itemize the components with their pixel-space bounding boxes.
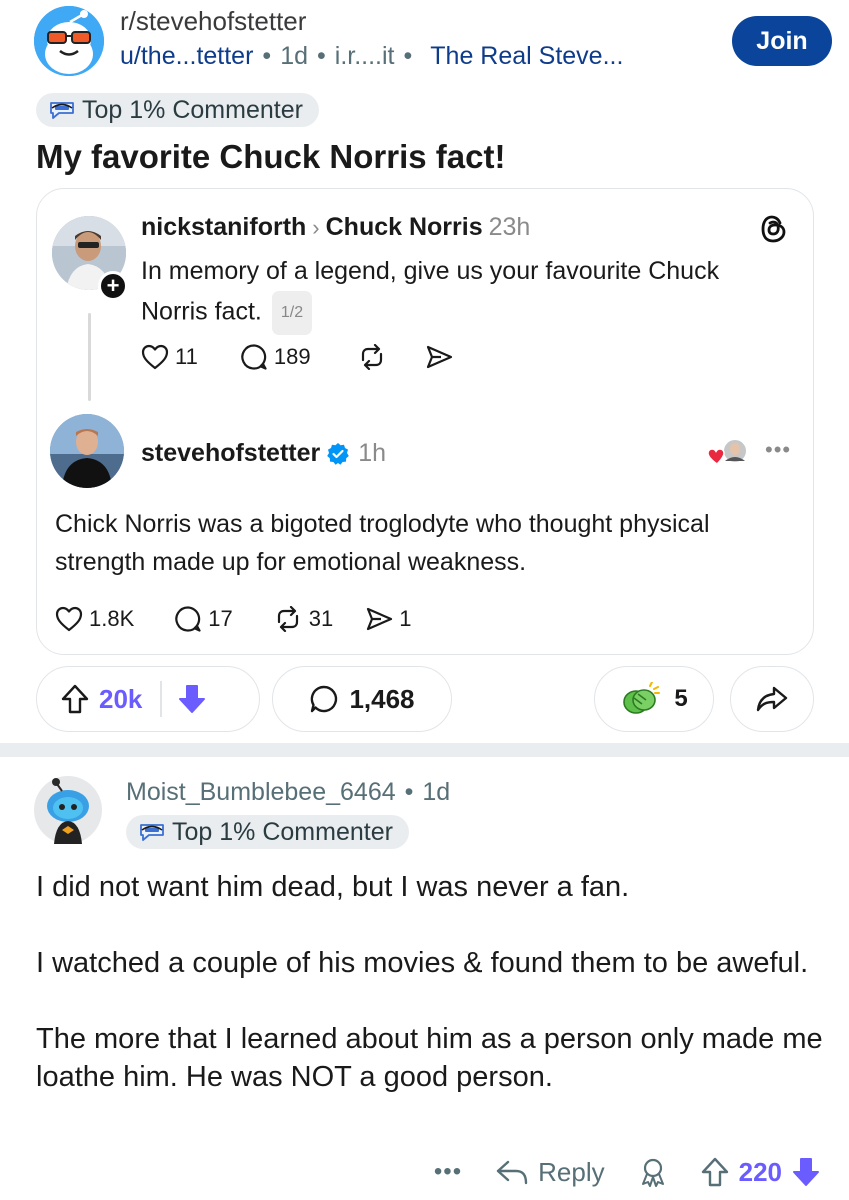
upvote-arrow-icon[interactable] <box>61 684 89 714</box>
heart-icon <box>141 344 169 370</box>
repost-icon <box>277 606 298 632</box>
section-divider <box>0 743 849 757</box>
threads-reply-to[interactable]: Chuck Norris <box>326 213 483 241</box>
repost-button[interactable] <box>357 344 387 370</box>
vote-control: 20k <box>36 666 260 732</box>
comment-age: 1d <box>422 778 451 806</box>
reply-username[interactable]: stevehofstetter <box>141 439 320 468</box>
badge-label: Top 1% Commenter <box>82 95 303 124</box>
comment-paragraph: The more that I learned about him as a p… <box>36 1023 823 1093</box>
user-photo-icon <box>50 414 124 488</box>
reply-label: Reply <box>538 1156 605 1187</box>
downvote-arrow-icon[interactable] <box>792 1157 820 1187</box>
repost-button[interactable]: 31 <box>273 606 333 632</box>
clapping-hands-award-icon <box>623 682 661 714</box>
follow-plus-icon[interactable]: + <box>98 271 128 301</box>
snoo-avatar-icon <box>34 776 102 844</box>
subreddit-avatar[interactable] <box>34 6 104 76</box>
reply-count: 189 <box>273 344 311 369</box>
send-button[interactable] <box>425 344 453 370</box>
threads-post-text: In memory of a legend, give us your favo… <box>141 251 791 335</box>
comment-username[interactable]: Moist_Bumblebee_6464 <box>126 778 396 806</box>
awards-button[interactable]: 5 <box>594 666 714 732</box>
post-age: 1d <box>280 42 308 70</box>
avatar[interactable] <box>34 776 102 844</box>
like-count: 1.8K <box>89 606 135 631</box>
comments-button[interactable]: 1,468 <box>272 666 452 732</box>
post-score: 20k <box>99 683 143 714</box>
reply-text: Chick Norris was a bigoted troglodyte wh… <box>55 510 710 576</box>
commenter-badge-icon <box>140 824 164 841</box>
reply-count-button[interactable]: 17 <box>174 605 233 633</box>
reply-button[interactable]: Reply <box>496 1156 605 1188</box>
comment-count: 1,468 <box>349 683 415 714</box>
repost-count: 31 <box>308 606 334 631</box>
comment-paragraph: I did not want him dead, but I was never… <box>36 871 630 903</box>
threads-actions: 11 189 <box>141 343 453 371</box>
liked-by-avatars[interactable] <box>705 437 749 474</box>
threads-post-age: 23h <box>488 213 531 241</box>
upvote-arrow-icon[interactable] <box>701 1157 729 1187</box>
like-button[interactable]: 1.8K <box>55 606 134 632</box>
downvote-arrow-icon[interactable] <box>178 684 206 714</box>
threads-post-header: nickstaniforth › Chuck Norris 23h <box>141 213 530 242</box>
threads-embed-card[interactable]: + nickstaniforth › Chuck Norris 23h In memo… <box>36 188 814 655</box>
award-ribbon-icon[interactable] <box>639 1157 667 1187</box>
award-count: 5 <box>674 685 688 712</box>
separator-dot: • <box>317 42 326 70</box>
reply-age: 1h <box>358 439 387 467</box>
top-commenter-badge[interactable]: Top 1% Commenter <box>36 93 319 127</box>
chevron-right-icon: › <box>312 215 320 240</box>
separator-dot: • <box>262 42 272 70</box>
comment-paragraph: I watched a couple of his movies & found… <box>36 947 809 979</box>
comment-bubble-icon <box>311 685 338 713</box>
more-options-icon[interactable]: ••• <box>765 437 791 463</box>
send-icon <box>426 345 452 369</box>
reply-header: stevehofstetter 1h <box>141 439 386 468</box>
more-options-icon[interactable]: ••• <box>434 1158 462 1186</box>
user-flair[interactable]: The Real Steve... <box>430 42 623 70</box>
comment-bubble-icon <box>175 606 201 632</box>
snoo-sunglasses-icon <box>34 6 104 76</box>
join-button[interactable]: Join <box>732 16 832 66</box>
share-count: 1 <box>399 606 412 631</box>
repost-icon <box>361 344 382 370</box>
separator-dot: • <box>403 42 413 70</box>
send-button[interactable]: 1 <box>365 606 411 632</box>
reply-count-button[interactable]: 189 <box>240 343 311 371</box>
reply-count: 17 <box>208 606 233 631</box>
like-button[interactable]: 11 <box>141 344 198 370</box>
comment-header: Moist_Bumblebee_6464 • 1d <box>126 778 450 807</box>
commenter-badge-icon <box>50 102 74 119</box>
heart-icon <box>55 606 83 632</box>
vote-divider <box>160 681 163 717</box>
threads-username[interactable]: nickstaniforth <box>141 213 306 241</box>
like-count: 11 <box>175 344 198 369</box>
liked-by-icon <box>707 438 748 465</box>
comment-body: I did not want him dead, but I was never… <box>36 868 826 1134</box>
comment-actions: ••• Reply 220 <box>370 1150 820 1194</box>
separator-dot: • <box>404 778 414 806</box>
post-meta: u/the...tetter • 1d • i.r....it • The Real Ste… <box>120 42 623 71</box>
post-domain[interactable]: i.r....it <box>335 42 395 70</box>
post-title[interactable]: My favorite Chuck Norris fact! <box>36 138 505 176</box>
reply-actions: 1.8K 17 31 1 <box>55 605 411 633</box>
share-arrow-icon <box>756 686 788 712</box>
comment-bubble-icon <box>241 344 267 370</box>
comment-score: 220 <box>738 1156 782 1187</box>
avatar[interactable] <box>50 414 124 488</box>
thread-connector-line <box>88 313 91 401</box>
threads-logo-icon[interactable] <box>761 215 787 248</box>
threads-post-body: In memory of a legend, give us your favo… <box>141 257 720 326</box>
verified-badge-icon <box>327 442 350 465</box>
post-pager: 1/2 <box>271 291 313 335</box>
send-icon <box>367 607 393 631</box>
top-commenter-badge[interactable]: Top 1% Commenter <box>126 815 409 849</box>
reply-arrow-icon <box>496 1160 528 1185</box>
share-button[interactable] <box>730 666 814 732</box>
badge-label: Top 1% Commenter <box>172 817 393 846</box>
subreddit-name[interactable]: r/stevehofstetter <box>120 6 306 37</box>
post-author[interactable]: u/the...tetter <box>120 42 253 70</box>
